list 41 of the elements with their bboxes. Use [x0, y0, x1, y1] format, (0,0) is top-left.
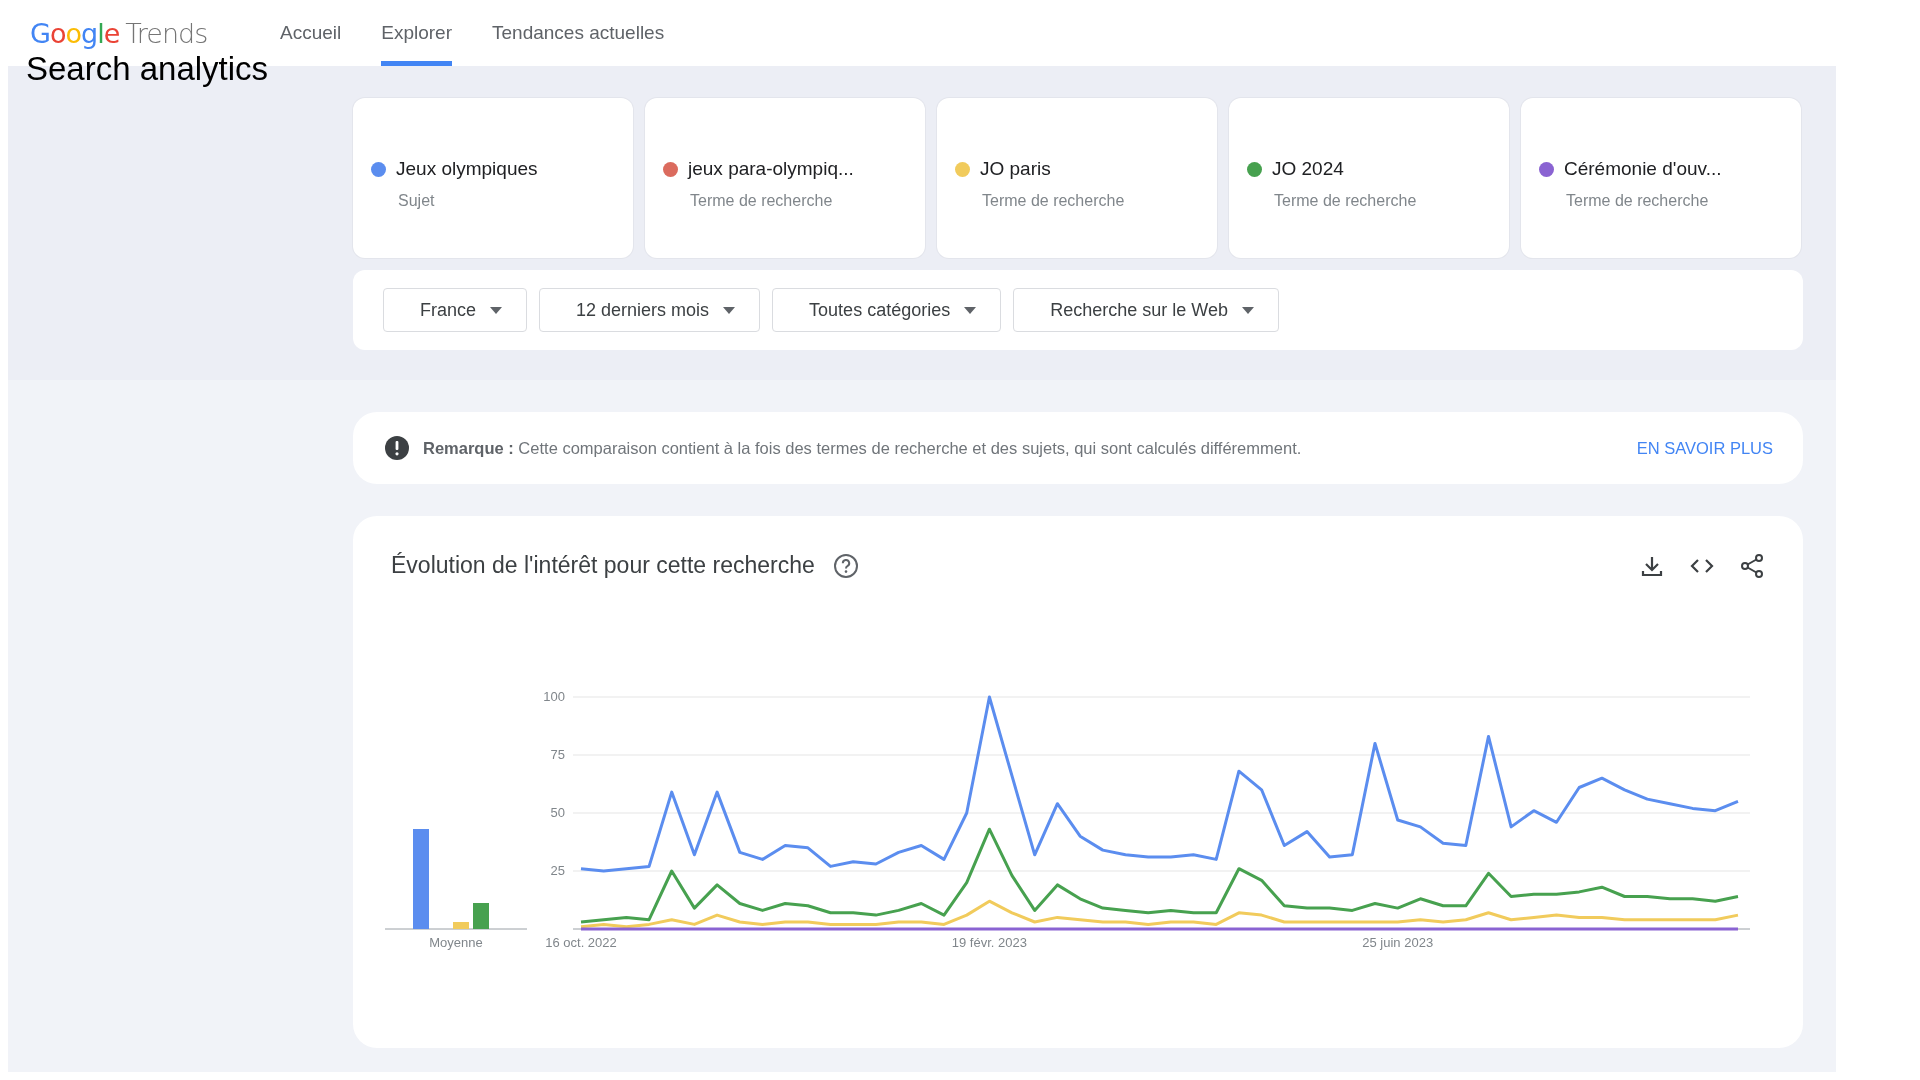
- caret-icon: [723, 306, 736, 314]
- term-type: Terme de recherche: [1566, 192, 1710, 210]
- filter-dropdown[interactable]: Recherche sur le Web: [1013, 288, 1279, 332]
- term-type: Sujet: [398, 192, 436, 210]
- filter-dropdown[interactable]: France: [383, 288, 528, 332]
- term-name: JO paris: [980, 158, 1051, 180]
- warning-icon: [385, 436, 409, 460]
- axis-label: 50: [550, 805, 565, 820]
- caret-icon: [1241, 306, 1254, 314]
- learn-more-link[interactable]: EN SAVOIR PLUS: [1636, 438, 1773, 458]
- filter-dropdown[interactable]: Toutes catégories: [772, 288, 1002, 332]
- term-type: Terme de recherche: [982, 192, 1126, 210]
- term-card[interactable]: JO paris Terme de recherche: [937, 98, 1217, 258]
- term-name: JO 2024: [1272, 158, 1344, 180]
- term-card[interactable]: jeux para-olympiq... Terme de recherche: [645, 98, 925, 258]
- term-card[interactable]: Jeux olympiques Sujet: [353, 98, 633, 258]
- axis-label: Moyenne: [429, 935, 483, 950]
- caret-icon: [490, 306, 503, 314]
- help-icon[interactable]: [832, 552, 859, 579]
- term-card[interactable]: Cérémonie d'ouv... Terme de recherche: [1521, 98, 1801, 258]
- caret-icon: [964, 306, 977, 314]
- term-name: Cérémonie d'ouv...: [1564, 158, 1722, 180]
- axis-label: 100: [543, 689, 565, 704]
- note-text: Remarque : Cette comparaison contient à la fois des termes de recherche et des sujets, qui sont calculés différemment.: [423, 438, 1303, 458]
- chart-title: Évolution de l'intérêt pour cette recherche: [391, 552, 815, 579]
- term-card[interactable]: JO 2024 Terme de recherche: [1229, 98, 1509, 258]
- axis-label: 16 oct. 2022: [545, 935, 617, 950]
- term-name: Jeux olympiques: [396, 158, 538, 180]
- filter-dropdown[interactable]: 12 derniers mois: [539, 288, 761, 332]
- overlay-title: Search analytics: [26, 50, 269, 88]
- term-type: Terme de recherche: [690, 192, 834, 210]
- axis-label: 19 févr. 2023: [951, 935, 1027, 950]
- axis-label: 25: [550, 863, 565, 878]
- nav-tab[interactable]: Tendances actuelles: [492, 0, 665, 66]
- axis-label: 25 juin 2023: [1362, 935, 1434, 950]
- nav-tab[interactable]: Accueil: [280, 0, 342, 66]
- term-type: Terme de recherche: [1274, 192, 1418, 210]
- logo: Google Trends: [30, 16, 209, 51]
- term-name: jeux para-olympiq...: [688, 158, 854, 180]
- share-button[interactable]: [1739, 552, 1765, 579]
- axis-label: 75: [550, 747, 565, 762]
